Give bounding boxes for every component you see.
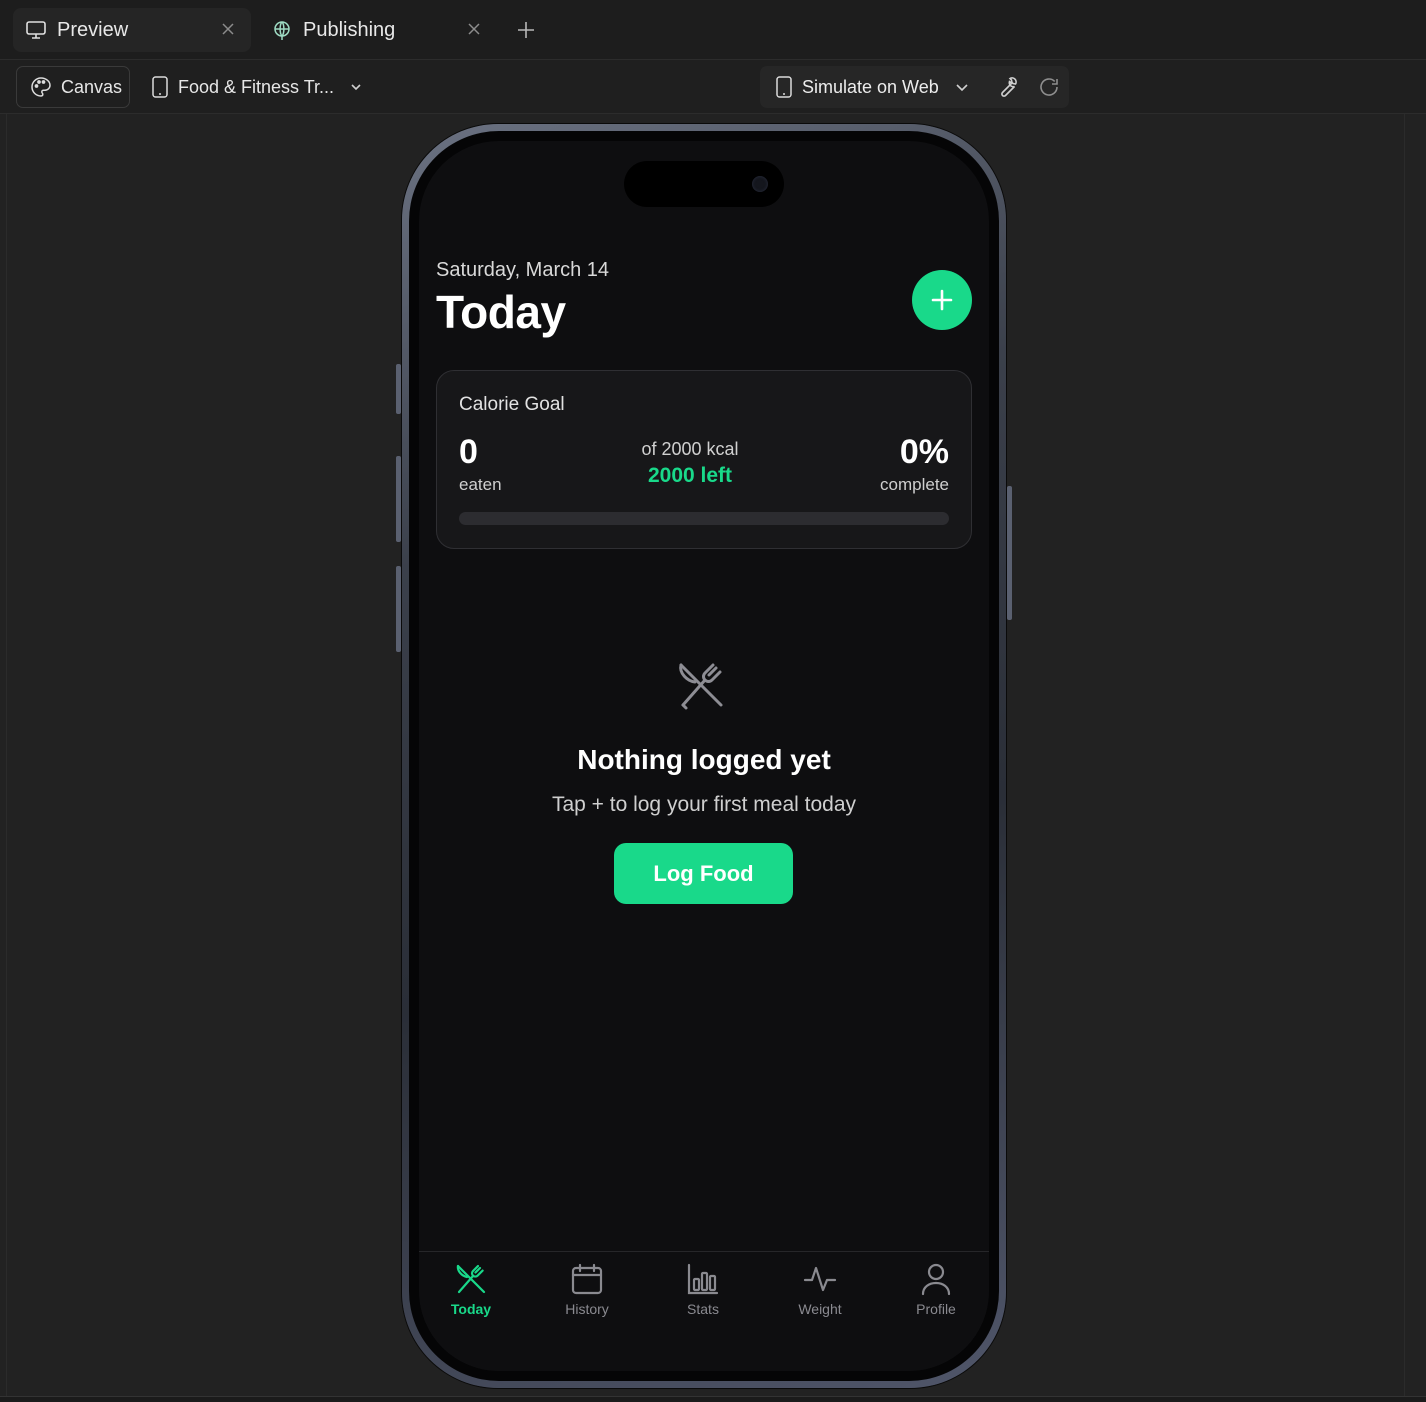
- tab-bar: Preview Publishing: [0, 0, 1426, 60]
- bar-chart-icon: [686, 1262, 720, 1296]
- project-selector[interactable]: Food & Fitness Tr...: [150, 66, 364, 108]
- palette-icon: [29, 75, 53, 99]
- tab-publishing-label: Publishing: [303, 18, 396, 41]
- tab-preview-label: Preview: [57, 18, 129, 41]
- app-window: Preview Publishing Canvas Food & Fitness…: [0, 0, 1426, 1402]
- nav-label: Profile: [916, 1301, 956, 1317]
- card-title: Calorie Goal: [459, 394, 565, 415]
- status-bar-strip: [0, 1396, 1426, 1402]
- tab-preview[interactable]: Preview: [13, 8, 251, 52]
- percent-value: 0%: [899, 433, 949, 471]
- nav-label: History: [565, 1301, 609, 1317]
- toolbar: Canvas Food & Fitness Tr... Simulate on …: [0, 60, 1426, 114]
- nav-label: Today: [450, 1301, 492, 1317]
- phone-icon: [774, 75, 794, 99]
- goal-summary: of 2000 kcal 2000 left: [437, 439, 943, 488]
- camera-icon: [752, 176, 768, 192]
- nav-item-history[interactable]: History: [529, 1262, 645, 1324]
- close-icon[interactable]: [217, 18, 239, 40]
- plus-icon: [930, 288, 954, 312]
- calories-left: 2000 left: [647, 464, 733, 487]
- canvas-button[interactable]: Canvas: [16, 66, 130, 108]
- nav-label: Stats: [687, 1301, 719, 1317]
- empty-state-title: Nothing logged yet: [577, 744, 831, 775]
- dynamic-island: [624, 161, 784, 207]
- phone-icon: [150, 75, 170, 99]
- wrench-icon[interactable]: [995, 75, 1019, 99]
- fork-knife-icon: [675, 659, 731, 715]
- chevron-down-icon[interactable]: [953, 78, 971, 96]
- calorie-progress-bar: [459, 512, 949, 525]
- monitor-icon: [25, 19, 47, 41]
- phone-volume-up: [396, 456, 401, 542]
- nav-item-profile[interactable]: Profile: [878, 1262, 989, 1324]
- simulate-controls: Simulate on Web: [760, 66, 1069, 108]
- plus-icon[interactable]: [514, 18, 538, 42]
- nav-item-stats[interactable]: Stats: [645, 1262, 761, 1324]
- globe-icon: [271, 19, 293, 41]
- close-icon[interactable]: [463, 18, 485, 40]
- simulate-dropdown[interactable]: Simulate on Web: [802, 77, 939, 98]
- calendar-icon: [570, 1262, 604, 1296]
- add-food-button[interactable]: [912, 270, 972, 330]
- goal-total: of 2000 kcal: [641, 439, 739, 459]
- tab-publishing[interactable]: Publishing: [259, 8, 497, 52]
- date-label: Saturday, March 14: [436, 259, 610, 281]
- phone-action-button: [396, 364, 401, 414]
- pulse-icon: [803, 1262, 837, 1296]
- percent-label: complete: [880, 475, 949, 494]
- nav-item-weight[interactable]: Weight: [762, 1262, 878, 1324]
- fork-knife-icon: [454, 1262, 488, 1296]
- phone-volume-down: [396, 566, 401, 652]
- chevron-down-icon: [348, 79, 364, 95]
- calorie-goal-card: Calorie Goal 0 eaten of 2000 kcal 2000 l…: [436, 370, 972, 549]
- nav-item-today[interactable]: Today: [419, 1262, 529, 1324]
- bottom-tab-nav: Today History Stats Weight Profile: [419, 1251, 989, 1371]
- user-icon: [919, 1262, 953, 1296]
- canvas-button-label: Canvas: [61, 76, 123, 97]
- nav-label: Weight: [798, 1301, 842, 1317]
- page-title: Today: [436, 286, 566, 338]
- phone-screen: Saturday, March 14 Today Calorie Goal 0 …: [419, 141, 989, 1371]
- refresh-icon[interactable]: [1037, 75, 1061, 99]
- log-food-button[interactable]: Log Food: [614, 843, 793, 904]
- project-name: Food & Fitness Tr...: [178, 76, 335, 97]
- phone-power-button: [1007, 486, 1012, 620]
- empty-state-subtitle: Tap + to log your first meal today: [551, 793, 857, 816]
